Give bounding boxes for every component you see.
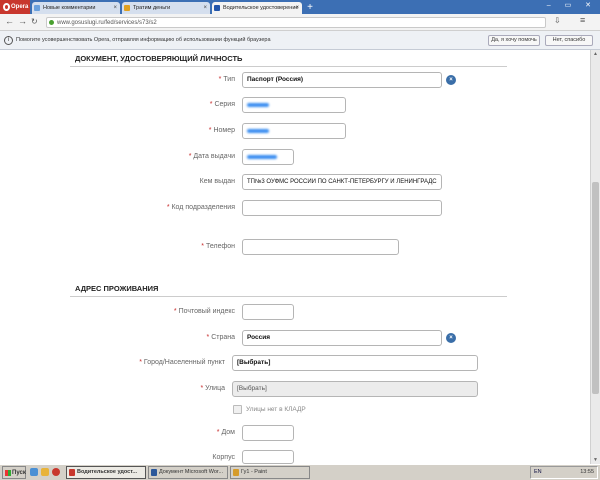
- browser-menu-icon[interactable]: ≡: [580, 15, 585, 25]
- opera-logo-icon: [3, 3, 10, 11]
- no-street-checkbox[interactable]: [233, 405, 242, 414]
- quick-launch-ie-icon[interactable]: [30, 468, 38, 476]
- opera-menu-label: Opera: [11, 4, 29, 10]
- issued-by-label: Кем выдан: [199, 178, 235, 185]
- number-input[interactable]: [242, 123, 346, 139]
- opera-menu-button[interactable]: Opera: [0, 0, 30, 14]
- house-label: * Дом: [216, 429, 235, 436]
- info-bar: i Помогите усовершенствовать Opera, отпр…: [0, 31, 600, 50]
- taskbar-item-label: Водительское удост...: [77, 469, 137, 475]
- taskbar-item-label: Документ Microsoft Wor...: [159, 469, 224, 475]
- city-label: * Город/Населенный пункт: [139, 359, 225, 366]
- system-tray: EN 13:55: [530, 466, 598, 479]
- help-yes-button[interactable]: Да, я хочу помочь: [488, 35, 540, 46]
- tab-favicon-icon: [214, 5, 220, 11]
- clear-country-icon[interactable]: ×: [446, 333, 456, 343]
- help-no-button[interactable]: Нет, спасибо: [545, 35, 593, 46]
- close-tab-icon[interactable]: ×: [295, 2, 299, 14]
- page-scrollbar[interactable]: ▲ ▼: [590, 50, 600, 464]
- division-code-input[interactable]: [242, 200, 442, 216]
- quick-launch-folder-icon[interactable]: [41, 468, 49, 476]
- issued-by-input[interactable]: ТП№3 ОУФМС РОССИИ ПО САНКТ-ПЕТЕРБУРГУ И …: [242, 174, 442, 190]
- opera-app-icon: [69, 469, 75, 476]
- start-button[interactable]: Пуск: [2, 466, 26, 479]
- redacted-value: [247, 129, 269, 133]
- scroll-up-icon[interactable]: ▲: [592, 51, 599, 57]
- tab-favicon-icon: [124, 5, 130, 11]
- browser-tab-strip: Opera Новые комментарии × Тратим деньги …: [0, 0, 600, 14]
- country-select[interactable]: Россия: [242, 330, 442, 346]
- document-section-title: ДОКУМЕНТ, УДОСТОВЕРЯЮЩИЙ ЛИЧНОСТЬ: [75, 54, 243, 63]
- forward-arrow-icon[interactable]: →: [18, 16, 27, 26]
- redacted-value: [247, 155, 277, 159]
- taskbar-item-opera[interactable]: Водительское удост...: [66, 466, 146, 479]
- clock: 13:55: [580, 469, 594, 475]
- windows-logo-icon: [5, 470, 11, 476]
- info-icon: i: [4, 36, 13, 45]
- quick-launch-opera-icon[interactable]: [52, 468, 60, 476]
- tab-favicon-icon: [34, 5, 40, 11]
- taskbar-item-word[interactable]: Документ Microsoft Wor...: [148, 466, 228, 479]
- building-input[interactable]: [242, 450, 294, 464]
- series-label: * Серия: [209, 101, 235, 108]
- section-divider: [70, 66, 507, 67]
- tab-spending-money[interactable]: Тратим деньги ×: [122, 2, 210, 14]
- url-input[interactable]: www.gosuslugi.ru/fed/services/s73/s2: [46, 17, 546, 28]
- back-arrow-icon[interactable]: ←: [5, 16, 14, 26]
- new-tab-button[interactable]: +: [304, 2, 316, 13]
- address-bar: ← → ↻ www.gosuslugi.ru/fed/services/s73/…: [0, 14, 600, 31]
- number-label: * Номер: [208, 127, 235, 134]
- secure-lock-icon: [49, 20, 54, 25]
- info-bar-text: Помогите усовершенствовать Opera, отправ…: [16, 37, 271, 43]
- phone-input[interactable]: [242, 239, 399, 255]
- clear-type-icon[interactable]: ×: [446, 75, 456, 85]
- tab-label: Водительское удостоверение: [223, 5, 299, 11]
- division-code-label: * Код подразделения: [166, 204, 235, 211]
- issue-date-label: * Дата выдачи: [188, 153, 235, 160]
- taskbar-item-label: Гу1 - Paint: [241, 469, 267, 475]
- windows-taskbar: Пуск Водительское удост... Документ Micr…: [0, 464, 600, 480]
- reload-icon[interactable]: ↻: [31, 17, 38, 26]
- phone-label: * Телефон: [201, 243, 235, 250]
- postal-code-label: * Почтовый индекс: [173, 308, 235, 315]
- series-input[interactable]: [242, 97, 346, 113]
- building-label: Корпус: [212, 454, 235, 461]
- no-street-label: Улицы нет в КЛАДР: [246, 406, 306, 413]
- address-section-title: АДРЕС ПРОЖИВАНИЯ: [75, 284, 159, 293]
- scrollbar-thumb[interactable]: [592, 182, 599, 394]
- tab-label: Тратим деньги: [133, 5, 171, 11]
- language-indicator[interactable]: EN: [534, 467, 542, 478]
- download-icon[interactable]: ⇩: [554, 16, 561, 25]
- street-label: * Улица: [200, 385, 225, 392]
- issue-date-input[interactable]: [242, 149, 294, 165]
- close-tab-icon[interactable]: ×: [203, 2, 207, 14]
- word-app-icon: [151, 469, 157, 476]
- start-label: Пуск: [12, 470, 26, 476]
- url-text: www.gosuslugi.ru/fed/services/s73/s2: [57, 20, 157, 26]
- section-divider: [70, 296, 507, 297]
- tab-drivers-license[interactable]: Водительское удостоверение ×: [212, 2, 302, 14]
- paint-app-icon: [233, 469, 239, 476]
- city-select[interactable]: [Выбрать]: [232, 355, 478, 371]
- type-label: * Тип: [218, 76, 235, 83]
- tab-new-comments[interactable]: Новые комментарии ×: [32, 2, 120, 14]
- page-content: ДОКУМЕНТ, УДОСТОВЕРЯЮЩИЙ ЛИЧНОСТЬ * Тип …: [0, 50, 590, 464]
- tab-label: Новые комментарии: [43, 5, 96, 11]
- close-tab-icon[interactable]: ×: [113, 2, 117, 14]
- document-type-select[interactable]: Паспорт (Россия): [242, 72, 442, 88]
- postal-code-input[interactable]: [242, 304, 294, 320]
- redacted-value: [247, 103, 269, 107]
- scroll-down-icon[interactable]: ▼: [592, 457, 599, 463]
- taskbar-item-paint[interactable]: Гу1 - Paint: [230, 466, 310, 479]
- window-controls[interactable]: – ▭ ✕: [547, 1, 597, 9]
- house-input[interactable]: [242, 425, 294, 441]
- street-select: [Выбрать]: [232, 381, 478, 397]
- country-label: * Страна: [206, 334, 235, 341]
